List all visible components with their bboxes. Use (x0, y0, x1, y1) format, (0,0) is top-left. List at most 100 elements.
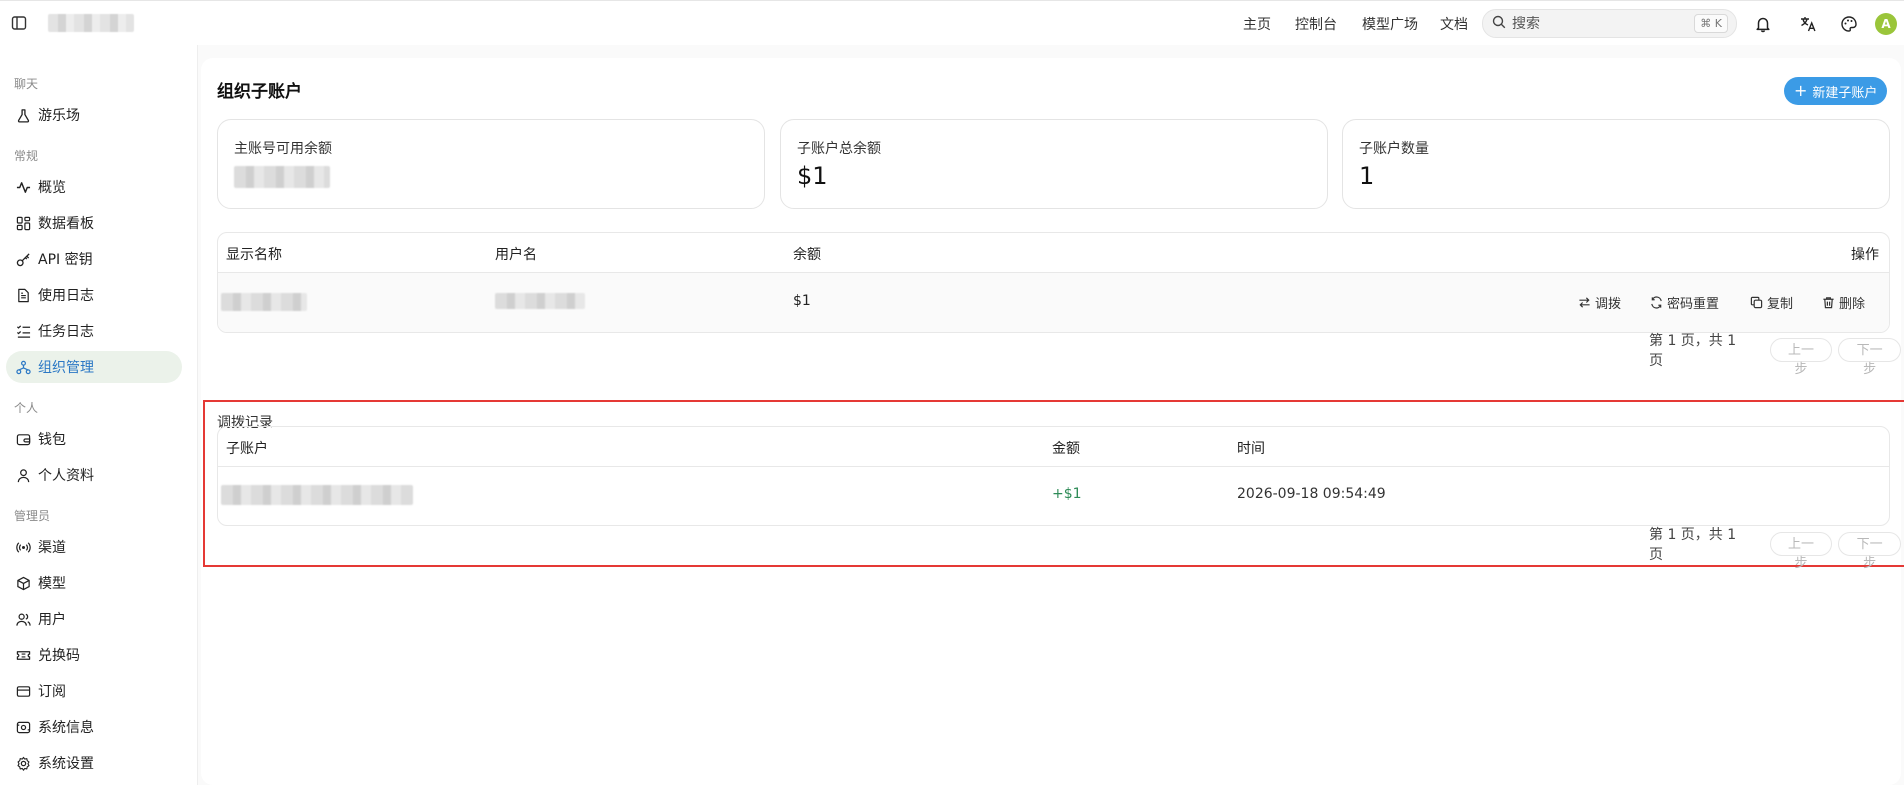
sidebar-item-task-logs[interactable]: 任务日志 (6, 315, 182, 347)
dashboard-icon (15, 215, 31, 231)
sidebar-item-models[interactable]: 模型 (6, 567, 182, 599)
transfer-label: 调拨 (1595, 297, 1622, 312)
sidebar-item-label: 组织管理 (38, 360, 94, 376)
col-time: 时间 (1237, 441, 1265, 457)
sidebar-toggle-icon[interactable] (10, 14, 28, 32)
sidebar-item-label: 系统信息 (38, 720, 94, 736)
sidebar-item-org-management[interactable]: 组织管理 (6, 351, 182, 383)
stat-label: 子账户总余额 (797, 141, 881, 157)
activity-icon (15, 179, 31, 195)
file-text-icon (15, 287, 31, 303)
sidebar-item-label: API 密钥 (38, 252, 93, 268)
transfer-records-table: 子账户 金额 时间 +$1 2026-09-18 09:54:49 (217, 426, 1890, 526)
sidebar-item-label: 兑换码 (38, 648, 80, 664)
search-box[interactable]: ⌘ K (1482, 9, 1737, 38)
search-input[interactable] (1512, 15, 1682, 32)
nav-home[interactable]: 主页 (1243, 14, 1271, 34)
table-row: +$1 2026-09-18 09:54:49 (218, 467, 1889, 525)
section-label-personal: 个人 (14, 401, 39, 415)
transfer-button[interactable]: 调拨 (1578, 293, 1621, 312)
section-label-chat: 聊天 (14, 77, 39, 91)
stat-value: $1 (797, 162, 828, 190)
next-page-button[interactable]: 下一步 (1838, 532, 1901, 571)
plus-icon: + (1794, 81, 1808, 100)
page-info: 第 1 页，共 1 页 (1649, 333, 1737, 369)
sidebar-item-system-settings[interactable]: 系统设置 (6, 747, 182, 779)
next-page-button[interactable]: 下一步 (1838, 338, 1901, 377)
amount-cell: +$1 (1052, 486, 1082, 502)
sidebar-item-label: 任务日志 (38, 324, 94, 340)
sidebar-item-users[interactable]: 用户 (6, 603, 182, 635)
sidebar-item-label: 个人资料 (38, 468, 94, 484)
sidebar: 聊天 游乐场 常规 概览 数据看板 API 密钥 使用日志 任务日志 组织管理 … (0, 45, 197, 785)
page-title: 组织子账户 (217, 82, 302, 102)
info-icon (15, 719, 31, 735)
redacted-username (495, 293, 585, 309)
trash-icon (1823, 297, 1834, 309)
col-amount: 金额 (1052, 441, 1080, 457)
sidebar-item-label: 渠道 (38, 540, 66, 556)
col-subaccount: 子账户 (226, 441, 268, 457)
section-label-general: 常规 (14, 149, 39, 163)
search-shortcut: ⌘ K (1694, 14, 1728, 33)
nav-docs[interactable]: 文档 (1440, 14, 1468, 34)
refresh-icon (1651, 296, 1662, 309)
wallet-icon (15, 431, 31, 447)
sidebar-item-playground[interactable]: 游乐场 (6, 99, 182, 131)
redacted-subaccount (221, 485, 413, 505)
sidebar-item-label: 概览 (38, 180, 66, 196)
page-info: 第 1 页，共 1 页 (1649, 527, 1737, 563)
prev-page-button[interactable]: 上一步 (1769, 532, 1833, 571)
sidebar-item-system-info[interactable]: 系统信息 (6, 711, 182, 743)
stat-value: 1 (1359, 162, 1375, 190)
radio-icon (15, 539, 31, 555)
bell-icon[interactable] (1752, 13, 1774, 35)
copy-label: 复制 (1767, 297, 1794, 312)
sidebar-item-usage-logs[interactable]: 使用日志 (6, 279, 182, 311)
delete-button[interactable]: 删除 (1822, 293, 1865, 312)
subaccounts-pager: 第 1 页，共 1 页 上一步 下一步 (1649, 330, 1901, 377)
table-header: 显示名称 用户名 余额 操作 (218, 233, 1889, 273)
content-panel: 组织子账户 + 新建子账户 主账号可用余额 子账户总余额 $1 子账户数量 1 … (201, 58, 1904, 785)
sidebar-item-subscriptions[interactable]: 订阅 (6, 675, 182, 707)
prev-page-button[interactable]: 上一步 (1769, 338, 1833, 377)
sidebar-item-wallet[interactable]: 钱包 (6, 423, 182, 455)
org-icon (15, 359, 31, 375)
sidebar-item-label: 用户 (38, 612, 66, 628)
reset-password-label: 密码重置 (1667, 297, 1720, 312)
palette-icon[interactable] (1838, 13, 1860, 35)
table-row: $1 调拨 密码重置 复制 删除 (218, 273, 1889, 332)
section-label-admin: 管理员 (14, 509, 51, 523)
sidebar-item-dashboard[interactable]: 数据看板 (6, 207, 182, 239)
sidebar-item-redeem-codes[interactable]: 兑换码 (6, 639, 182, 671)
sidebar-item-profile[interactable]: 个人资料 (6, 459, 182, 491)
reset-password-button[interactable]: 密码重置 (1650, 293, 1719, 312)
sidebar-item-label: 数据看板 (38, 216, 94, 232)
sidebar-item-label: 订阅 (38, 684, 66, 700)
sidebar-item-label: 系统设置 (38, 756, 94, 772)
delete-label: 删除 (1839, 297, 1866, 312)
nav-console[interactable]: 控制台 (1295, 14, 1337, 34)
new-subaccount-button[interactable]: + 新建子账户 (1784, 77, 1888, 105)
sidebar-item-api-keys[interactable]: API 密钥 (6, 243, 182, 275)
flask-icon (15, 107, 31, 123)
stat-card-subaccount-total: 子账户总余额 $1 (780, 119, 1328, 209)
logo[interactable] (48, 14, 134, 32)
sidebar-item-overview[interactable]: 概览 (6, 171, 182, 203)
nav-model-plaza[interactable]: 模型广场 (1362, 14, 1418, 34)
redacted-value (234, 166, 330, 188)
col-username: 用户名 (495, 247, 537, 263)
sidebar-item-channels[interactable]: 渠道 (6, 531, 182, 563)
box-icon (15, 575, 31, 591)
user-icon (15, 467, 31, 483)
search-icon (1492, 15, 1506, 33)
language-icon[interactable] (1797, 13, 1819, 35)
table-header: 子账户 金额 时间 (218, 427, 1889, 467)
stat-label: 子账户数量 (1359, 141, 1429, 157)
avatar[interactable]: A (1875, 13, 1897, 35)
copy-button[interactable]: 复制 (1750, 293, 1793, 312)
settings-icon (15, 755, 31, 771)
top-header: 主页 控制台 模型广场 文档 ⌘ K A (0, 0, 1904, 45)
redacted-display-name (221, 293, 307, 311)
list-check-icon (15, 323, 31, 339)
